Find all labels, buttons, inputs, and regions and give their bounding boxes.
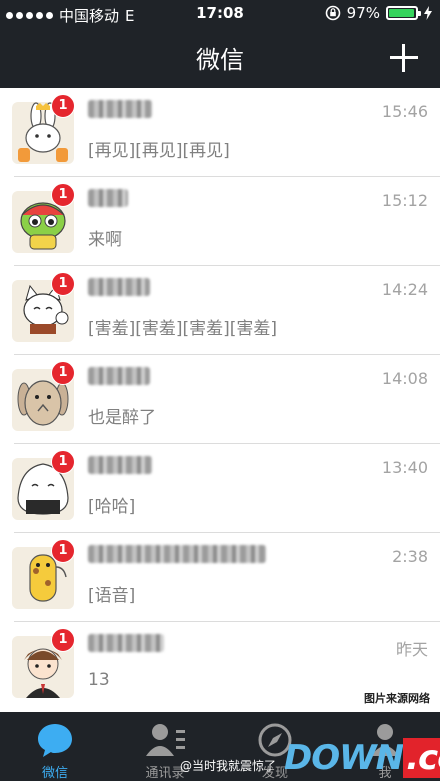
chat-row[interactable]: 1 2:38 [语音] bbox=[0, 533, 440, 622]
unread-badge: 1 bbox=[51, 361, 75, 385]
message-time: 15:46 bbox=[381, 102, 428, 121]
message-preview: 13 bbox=[88, 670, 110, 690]
down-cc-logo: DOWN.cc bbox=[284, 738, 440, 778]
unread-badge: 1 bbox=[51, 539, 75, 563]
tab-label: 微信 bbox=[41, 766, 68, 781]
contact-name-blurred bbox=[88, 278, 150, 300]
chat-row[interactable]: 1 14:08 也是醉了 bbox=[0, 355, 440, 444]
chat-list: 1 15:46 [再见][再见][再见] 1 15:12 来啊 1 14:24 … bbox=[0, 88, 440, 712]
message-time: 15:12 bbox=[381, 191, 428, 210]
navigation-bar: 微信 bbox=[0, 28, 440, 88]
contacts-icon bbox=[146, 724, 185, 756]
charging-bolt-icon bbox=[424, 6, 432, 20]
contact-name-blurred bbox=[88, 100, 152, 122]
message-time: 14:08 bbox=[381, 369, 428, 388]
message-time: 昨天 bbox=[395, 640, 428, 659]
contact-name-blurred bbox=[88, 456, 152, 478]
status-bar: 中国移动 E 17:08 97% bbox=[0, 0, 440, 28]
battery-percent: 97% bbox=[346, 4, 380, 22]
message-time: 13:40 bbox=[381, 458, 428, 477]
tab-chats[interactable]: 微信 bbox=[0, 712, 110, 781]
unread-badge: 1 bbox=[51, 94, 75, 118]
rotation-lock-icon bbox=[325, 5, 340, 21]
message-preview: [再见][再见][再见] bbox=[88, 141, 230, 161]
message-time: 2:38 bbox=[392, 547, 428, 566]
unread-badge: 1 bbox=[51, 272, 75, 296]
contact-name-blurred bbox=[88, 545, 266, 567]
contact-name-blurred bbox=[88, 634, 164, 656]
page-title: 微信 bbox=[196, 46, 244, 74]
message-time: 14:24 bbox=[381, 280, 428, 299]
message-preview: [语音] bbox=[88, 586, 136, 606]
unread-badge: 1 bbox=[51, 450, 75, 474]
battery-info: 97% bbox=[325, 4, 432, 22]
chat-row[interactable]: 1 15:46 [再见][再见][再见] bbox=[0, 88, 440, 177]
unread-badge: 1 bbox=[51, 183, 75, 207]
weibo-credit: @当时我就震惊了 bbox=[180, 759, 277, 773]
plus-icon[interactable] bbox=[390, 44, 418, 72]
source-watermark: 图片来源网络 bbox=[364, 692, 430, 705]
message-preview: 也是醉了 bbox=[88, 408, 156, 428]
unread-badge: 1 bbox=[51, 628, 75, 652]
message-preview: [哈哈] bbox=[88, 497, 136, 517]
message-preview: [害羞][害羞][害羞][害羞] bbox=[88, 319, 278, 339]
chat-row[interactable]: 1 14:24 [害羞][害羞][害羞][害羞] bbox=[0, 266, 440, 355]
message-preview: 来啊 bbox=[88, 230, 122, 250]
contact-name-blurred bbox=[88, 367, 150, 389]
chat-row[interactable]: 1 15:12 来啊 bbox=[0, 177, 440, 266]
contact-name-blurred bbox=[88, 189, 128, 211]
battery-icon bbox=[386, 6, 421, 20]
chat-bubble-icon bbox=[38, 724, 72, 757]
chat-row[interactable]: 1 13:40 [哈哈] bbox=[0, 444, 440, 533]
